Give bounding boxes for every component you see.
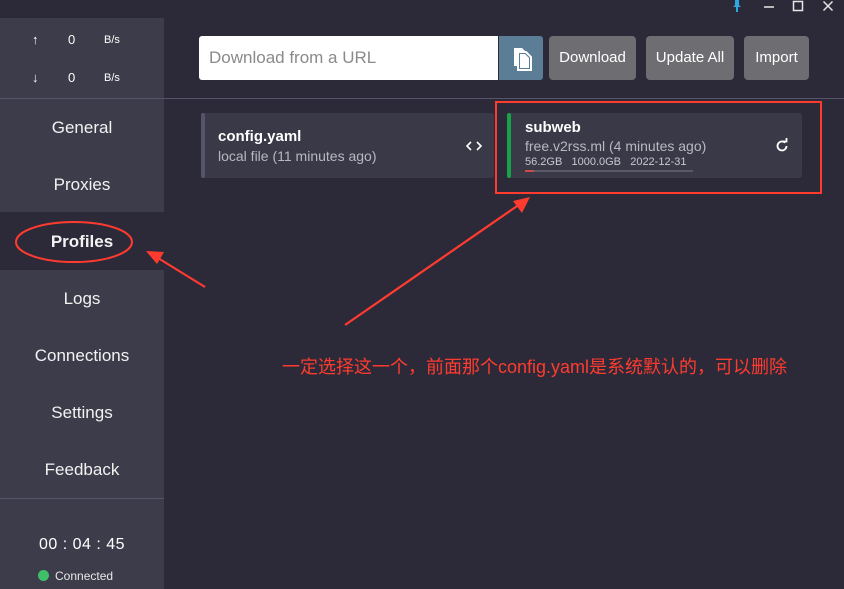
download-button[interactable]: Download xyxy=(549,36,636,80)
profile-card-subweb[interactable]: subweb free.v2rss.ml (4 minutes ago) 56.… xyxy=(507,113,802,178)
arrow-to-profiles xyxy=(157,257,206,288)
nav-profiles[interactable]: Profiles xyxy=(0,222,164,262)
profile-usage: 56.2GB 1000.0GB 2022-12-31 xyxy=(525,156,686,168)
uptime-timer: 00 : 04 : 45 xyxy=(38,536,126,553)
profile-expire: 2022-12-31 xyxy=(630,156,687,168)
profile-used: 56.2GB xyxy=(525,156,563,168)
annotation-text: 一定选择这一个，前面那个config.yaml是系统默认的，可以删除 xyxy=(282,357,788,377)
profile-name: config.yaml xyxy=(218,128,302,145)
profile-subtitle: free.v2rss.ml (4 minutes ago) xyxy=(525,138,707,154)
title-bar xyxy=(0,0,844,18)
upload-unit: B/s xyxy=(104,34,120,46)
sidebar-footer-divider xyxy=(0,498,164,499)
nav-proxies[interactable]: Proxies xyxy=(0,165,164,205)
usage-track xyxy=(525,170,693,172)
upload-speed: ↑ 0 B/s xyxy=(0,32,164,52)
traffic-panel: ↑ 0 B/s ↓ 0 B/s xyxy=(0,18,164,98)
url-input[interactable] xyxy=(199,36,498,80)
upload-arrow-icon: ↑ xyxy=(32,32,39,47)
arrow-to-subweb xyxy=(344,203,521,326)
profile-card-config[interactable]: config.yaml local file (11 minutes ago) xyxy=(201,113,494,178)
minimize-icon[interactable] xyxy=(759,0,779,16)
pin-icon[interactable] xyxy=(727,0,747,16)
nav-logs[interactable]: Logs xyxy=(0,279,164,319)
download-arrow-icon: ↓ xyxy=(32,70,39,85)
import-button[interactable]: Import xyxy=(744,36,809,80)
code-icon[interactable] xyxy=(464,137,484,155)
profile-total: 1000.0GB xyxy=(571,156,622,168)
paste-button[interactable] xyxy=(499,36,543,80)
status-dot-icon xyxy=(38,570,49,581)
profile-active-indicator xyxy=(507,113,511,178)
download-value: 0 xyxy=(68,70,76,85)
update-all-button[interactable]: Update All xyxy=(646,36,734,80)
profile-subtitle: local file (11 minutes ago) xyxy=(218,148,377,164)
upload-value: 0 xyxy=(68,32,76,47)
connection-status: Connected xyxy=(38,569,113,583)
refresh-icon[interactable] xyxy=(773,137,791,155)
clipboard-paste-icon xyxy=(514,48,532,71)
nav-feedback[interactable]: Feedback xyxy=(0,450,164,490)
nav-connections[interactable]: Connections xyxy=(0,336,164,376)
nav-settings[interactable]: Settings xyxy=(0,393,164,433)
sidebar-divider xyxy=(0,98,164,99)
profile-name: subweb xyxy=(525,119,581,136)
nav-general[interactable]: General xyxy=(0,108,164,148)
maximize-icon[interactable] xyxy=(788,0,808,16)
arrowhead-subweb xyxy=(513,197,530,213)
download-speed: ↓ 0 B/s xyxy=(0,70,164,90)
status-label: Connected xyxy=(55,569,114,583)
main-divider xyxy=(164,98,844,99)
usage-progress xyxy=(525,170,534,172)
profile-indicator xyxy=(201,113,205,178)
download-unit: B/s xyxy=(104,72,120,84)
close-icon[interactable] xyxy=(818,0,838,16)
